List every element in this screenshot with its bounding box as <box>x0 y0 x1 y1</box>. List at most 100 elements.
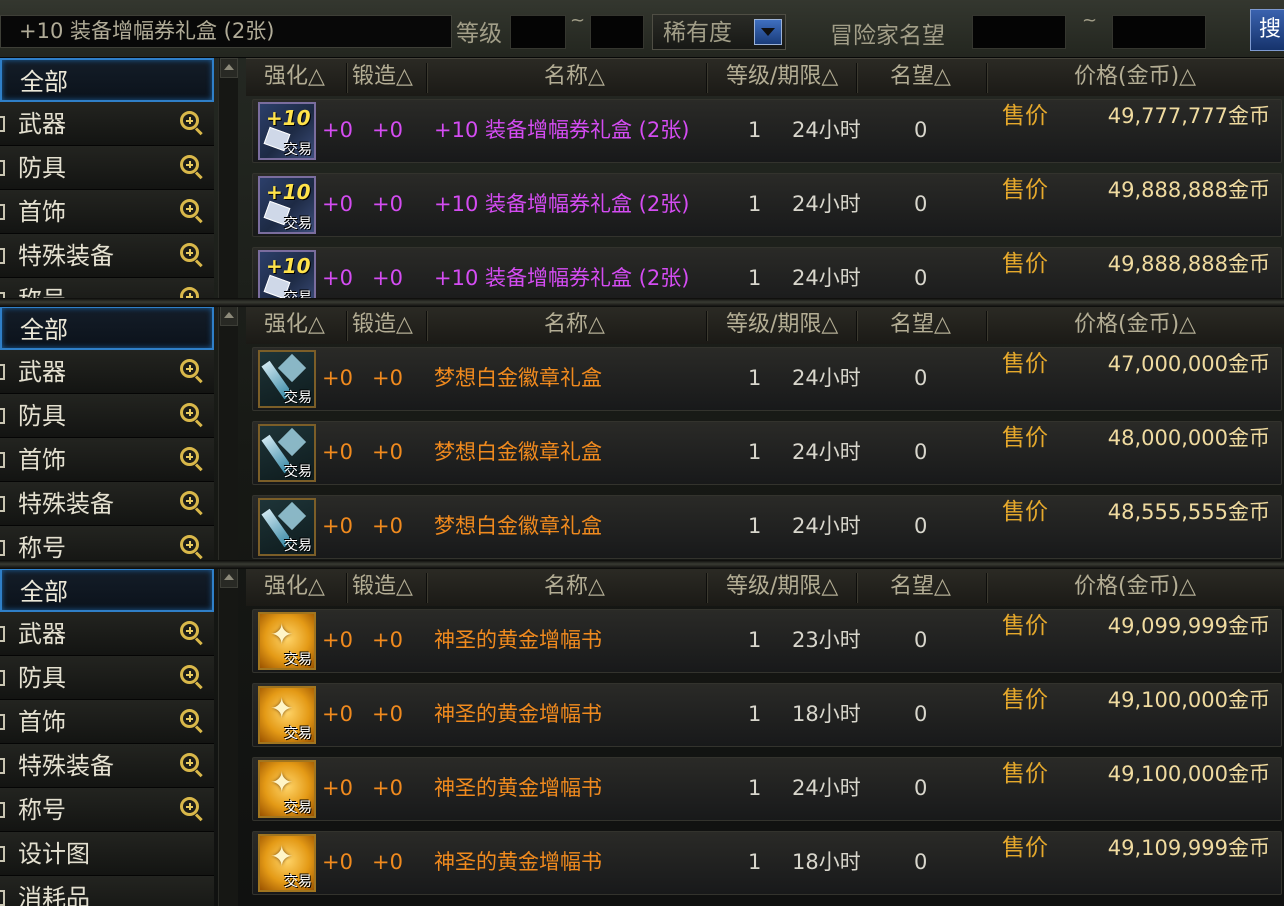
zoom-in-icon[interactable] <box>180 491 204 516</box>
expand-icon[interactable] <box>0 802 5 818</box>
expand-icon[interactable] <box>0 408 5 424</box>
voucher-icon[interactable]: +10 交易 <box>258 176 316 234</box>
badge-icon[interactable]: 交易 <box>258 424 316 482</box>
item-search-input[interactable]: +10 装备增幅券礼盒 (2张) <box>0 15 452 48</box>
category-item[interactable]: 武器 <box>0 350 214 394</box>
zoom-in-icon[interactable] <box>180 111 204 136</box>
book-icon[interactable]: ✦ 交易 <box>258 686 316 744</box>
chevron-down-icon[interactable] <box>754 19 782 45</box>
column-header-forge[interactable]: 锻造△ <box>352 309 413 341</box>
badge-icon[interactable]: 交易 <box>258 498 316 556</box>
table-row[interactable]: +10 交易 +0 +0 +10 装备增幅券礼盒 (2张) 1 24小时 0 售价 49,777,… <box>246 96 1284 170</box>
zoom-in-icon[interactable] <box>180 447 204 472</box>
expand-icon[interactable] <box>0 670 5 686</box>
expand-icon[interactable] <box>0 364 5 380</box>
column-header-fame[interactable]: 名望△ <box>890 571 951 603</box>
category-item[interactable]: 称号 <box>0 526 214 562</box>
expand-icon[interactable] <box>0 758 5 774</box>
column-header-level-period[interactable]: 等级/期限△ <box>726 61 838 93</box>
category-item[interactable]: 特殊装备 <box>0 234 214 278</box>
column-header-price[interactable]: 价格(金币)△ <box>1074 61 1196 93</box>
expand-icon[interactable] <box>0 452 5 468</box>
zoom-in-icon[interactable] <box>180 535 204 560</box>
column-header-upgrade[interactable]: 强化△ <box>264 309 325 341</box>
vertical-scrollbar[interactable] <box>218 58 238 300</box>
item-name[interactable]: 神圣的黄金增幅书 <box>434 626 602 654</box>
fame-max-input[interactable] <box>1112 15 1206 49</box>
column-header-forge[interactable]: 锻造△ <box>352 61 413 93</box>
category-item[interactable]: 全部 <box>0 306 214 350</box>
category-item[interactable]: 全部 <box>0 568 214 612</box>
table-row[interactable]: 交易 +0 +0 梦想白金徽章礼盒 1 24小时 0 售价 48,555,555金币 <box>246 492 1284 562</box>
expand-icon[interactable] <box>0 626 5 642</box>
vertical-scrollbar[interactable] <box>218 306 238 562</box>
column-header-fame[interactable]: 名望△ <box>890 61 951 93</box>
zoom-in-icon[interactable] <box>180 753 204 778</box>
search-button[interactable]: 搜 <box>1250 9 1284 51</box>
table-row[interactable]: ✦ 交易 +0 +0 神圣的黄金增幅书 1 18小时 0 售价 49,109,999金币 <box>246 828 1284 902</box>
category-item[interactable]: 武器 <box>0 612 214 656</box>
column-header-name[interactable]: 名称△ <box>544 61 605 93</box>
category-item[interactable]: 设计图 <box>0 832 214 876</box>
category-item[interactable]: 防具 <box>0 146 214 190</box>
level-min-input[interactable] <box>510 15 566 49</box>
item-name[interactable]: +10 装备增幅券礼盒 (2张) <box>434 116 689 144</box>
book-icon[interactable]: ✦ 交易 <box>258 612 316 670</box>
scroll-up-arrow-icon[interactable] <box>220 58 238 78</box>
level-max-input[interactable] <box>590 15 644 49</box>
zoom-in-icon[interactable] <box>180 359 204 384</box>
zoom-in-icon[interactable] <box>180 621 204 646</box>
zoom-in-icon[interactable] <box>180 709 204 734</box>
column-header-upgrade[interactable]: 强化△ <box>264 571 325 603</box>
category-item[interactable]: 首饰 <box>0 700 214 744</box>
expand-icon[interactable] <box>0 204 5 220</box>
badge-icon[interactable]: 交易 <box>258 350 316 408</box>
category-item[interactable]: 全部 <box>0 58 214 102</box>
column-header-price[interactable]: 价格(金币)△ <box>1074 309 1196 341</box>
expand-icon[interactable] <box>0 540 5 556</box>
voucher-icon[interactable]: +10 交易 <box>258 250 316 300</box>
scroll-up-arrow-icon[interactable] <box>220 568 238 588</box>
category-item[interactable]: 首饰 <box>0 190 214 234</box>
expand-icon[interactable] <box>0 116 5 132</box>
table-row[interactable]: ✦ 交易 +0 +0 神圣的黄金增幅书 1 23小时 0 售价 49,099,999金币 <box>246 606 1284 680</box>
table-row[interactable]: 交易 +0 +0 梦想白金徽章礼盒 1 24小时 0 售价 47,000,000金币 <box>246 344 1284 418</box>
item-name[interactable]: 梦想白金徽章礼盒 <box>434 438 602 466</box>
voucher-icon[interactable]: +10 交易 <box>258 102 316 160</box>
expand-icon[interactable] <box>0 714 5 730</box>
expand-icon[interactable] <box>0 496 5 512</box>
table-row[interactable]: 交易 +0 +0 梦想白金徽章礼盒 1 24小时 0 售价 48,000,000金币 <box>246 418 1284 492</box>
category-item[interactable]: 称号 <box>0 788 214 832</box>
zoom-in-icon[interactable] <box>180 665 204 690</box>
zoom-in-icon[interactable] <box>180 797 204 822</box>
vertical-scrollbar[interactable] <box>218 568 238 906</box>
item-name[interactable]: +10 装备增幅券礼盒 (2张) <box>434 264 689 292</box>
column-header-forge[interactable]: 锻造△ <box>352 571 413 603</box>
column-header-price[interactable]: 价格(金币)△ <box>1074 571 1196 603</box>
category-item[interactable]: 消耗品 <box>0 876 214 906</box>
fame-min-input[interactable] <box>972 15 1066 49</box>
book-icon[interactable]: ✦ 交易 <box>258 760 316 818</box>
table-row[interactable]: ✦ 交易 +0 +0 神圣的黄金增幅书 1 24小时 0 售价 49,100,000金币 <box>246 754 1284 828</box>
category-item[interactable]: 首饰 <box>0 438 214 482</box>
item-name[interactable]: 神圣的黄金增幅书 <box>434 774 602 802</box>
category-item[interactable]: 称号 <box>0 278 214 300</box>
item-name[interactable]: 神圣的黄金增幅书 <box>434 700 602 728</box>
rarity-dropdown[interactable]: 稀有度 <box>652 14 786 50</box>
expand-icon[interactable] <box>0 248 5 264</box>
item-name[interactable]: 梦想白金徽章礼盒 <box>434 512 602 540</box>
column-header-upgrade[interactable]: 强化△ <box>264 61 325 93</box>
column-header-fame[interactable]: 名望△ <box>890 309 951 341</box>
item-name[interactable]: 梦想白金徽章礼盒 <box>434 364 602 392</box>
category-item[interactable]: 防具 <box>0 394 214 438</box>
column-header-name[interactable]: 名称△ <box>544 571 605 603</box>
expand-icon[interactable] <box>0 160 5 176</box>
category-item[interactable]: 特殊装备 <box>0 744 214 788</box>
zoom-in-icon[interactable] <box>180 403 204 428</box>
category-item[interactable]: 武器 <box>0 102 214 146</box>
table-row[interactable]: +10 交易 +0 +0 +10 装备增幅券礼盒 (2张) 1 24小时 0 售价 49,888,… <box>246 170 1284 244</box>
category-item[interactable]: 特殊装备 <box>0 482 214 526</box>
scroll-up-arrow-icon[interactable] <box>220 306 238 326</box>
item-name[interactable]: 神圣的黄金增幅书 <box>434 848 602 876</box>
category-item[interactable]: 防具 <box>0 656 214 700</box>
